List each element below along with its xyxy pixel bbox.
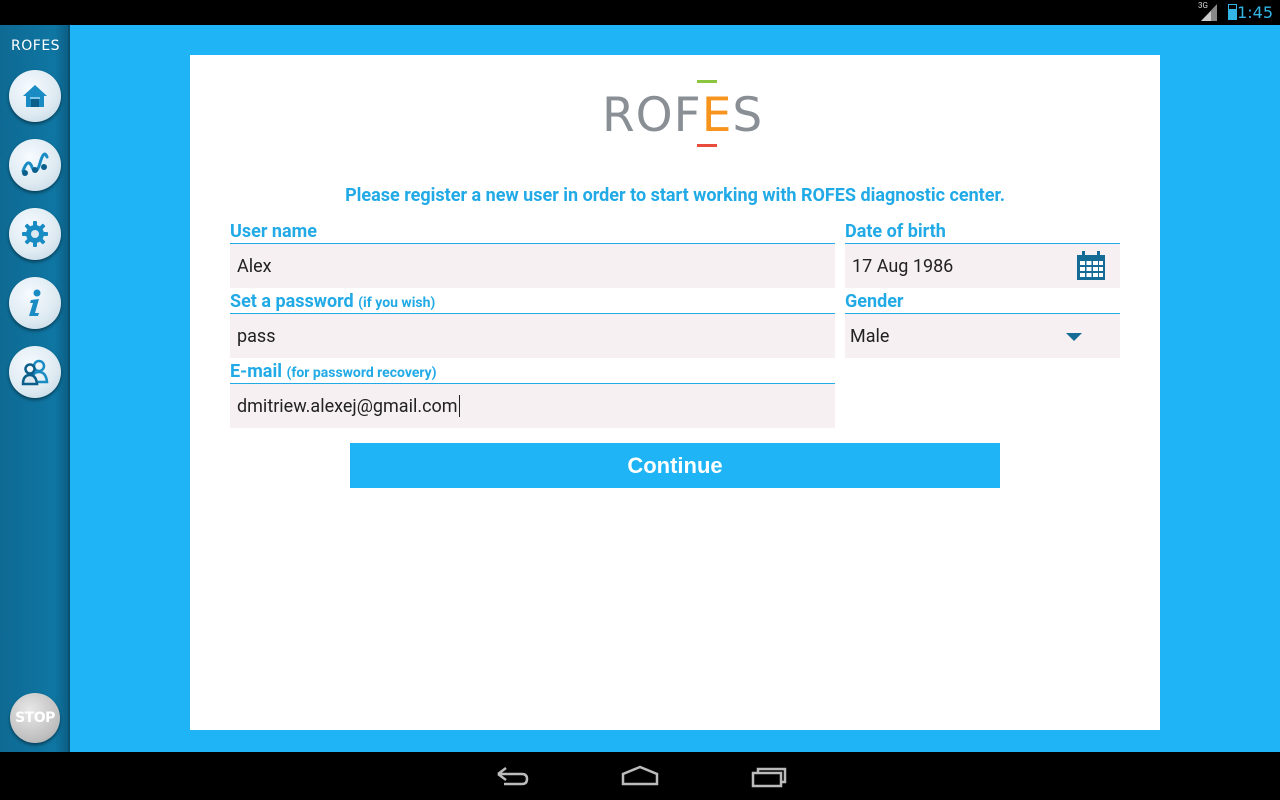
sidebar-home-button[interactable] [9, 70, 61, 122]
sidebar-logo: ROFES [11, 38, 61, 54]
home-icon [23, 85, 47, 107]
logo-accent-top [697, 80, 717, 83]
status-bar: 3G 1:45 [0, 0, 1280, 25]
gender-label: Gender [845, 291, 904, 312]
battery-icon [1228, 4, 1237, 20]
email-label: E-mail (for password recovery) [230, 361, 437, 382]
navigation-bar [0, 752, 1280, 800]
home-nav-icon[interactable] [620, 762, 660, 790]
dob-input[interactable]: 17 Aug 1986 [845, 244, 1120, 288]
username-input[interactable]: Alex [230, 244, 835, 288]
stop-button[interactable]: STOP [10, 693, 60, 743]
signal-icon [1201, 4, 1217, 21]
password-hint: (if you wish) [358, 295, 436, 311]
info-icon [29, 289, 41, 316]
sidebar-info-button[interactable] [9, 277, 61, 329]
sidebar-settings-button[interactable] [9, 208, 61, 260]
username-label: User name [230, 221, 317, 242]
registration-card: ROFES Please register a new user in orde… [190, 55, 1160, 730]
intro-text: Please register a new user in order to s… [345, 185, 1005, 206]
sidebar-users-button[interactable] [9, 346, 61, 398]
dob-label: Date of birth [845, 221, 946, 242]
email-hint: (for password recovery) [286, 365, 437, 381]
password-label: Set a password (if you wish) [230, 291, 436, 312]
users-icon [21, 359, 49, 386]
chart-icon [21, 152, 49, 176]
text-cursor [458, 395, 460, 417]
continue-button[interactable]: Continue [350, 443, 1000, 488]
app-area: ROFES STOP ROFES Please register a new u… [0, 25, 1280, 752]
logo-accent-bottom [697, 144, 717, 147]
recent-apps-icon[interactable] [750, 762, 788, 790]
gender-select[interactable]: Male [845, 314, 1120, 358]
dropdown-arrow-icon [1066, 333, 1082, 341]
sidebar-chart-button[interactable] [9, 139, 61, 191]
clock: 1:45 [1237, 3, 1273, 22]
rofes-logo: ROFES [602, 80, 762, 150]
back-icon[interactable] [494, 762, 530, 790]
sidebar: ROFES STOP [0, 25, 70, 752]
password-input[interactable]: pass [230, 314, 835, 358]
calendar-icon[interactable] [1076, 251, 1106, 281]
email-input[interactable]: dmitriew.alexej@gmail.com [230, 384, 835, 428]
gear-icon [22, 221, 48, 247]
